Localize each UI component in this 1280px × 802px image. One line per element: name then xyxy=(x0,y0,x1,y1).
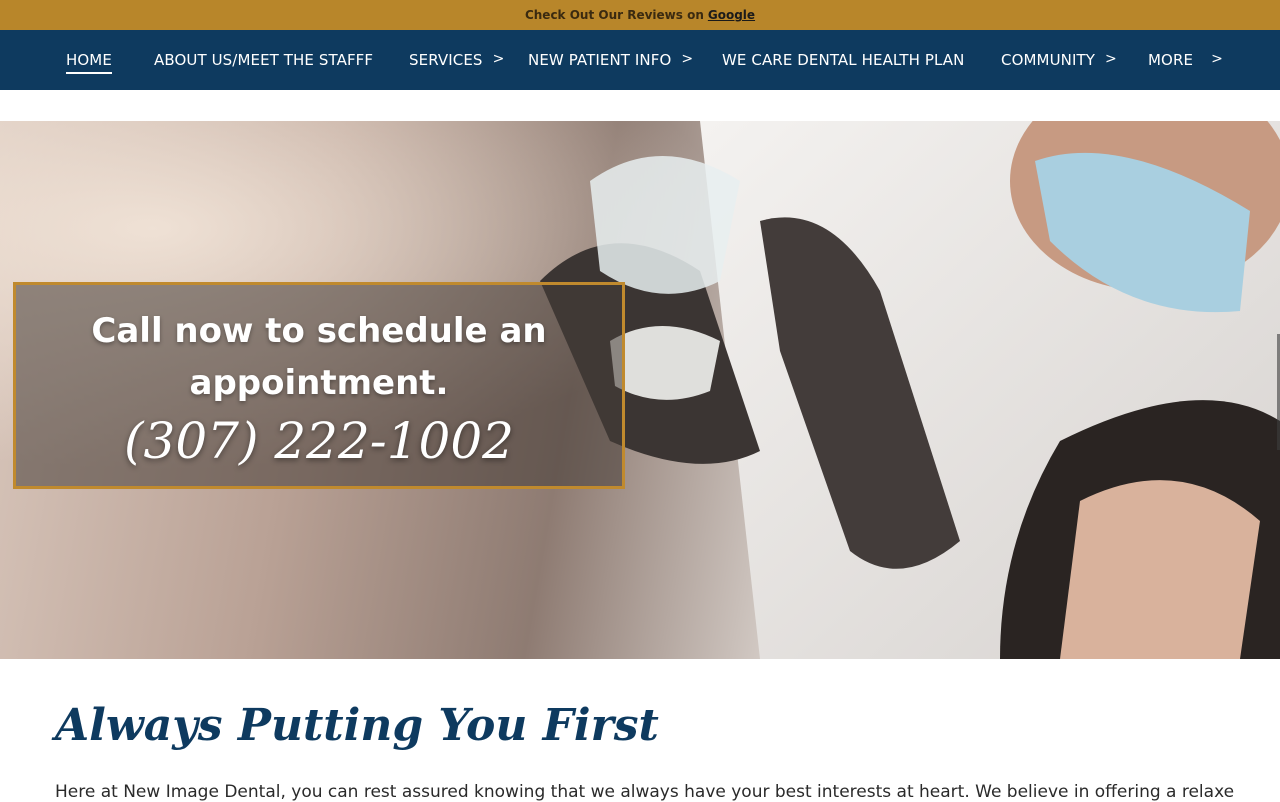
hero-banner: Call now to schedule an appointment. (30… xyxy=(0,121,1280,659)
nav-item-dental-health-plan[interactable]: WE CARE DENTAL HEALTH PLAN xyxy=(722,30,964,90)
nav-item-label: MORE xyxy=(1148,51,1194,69)
nav-item-community[interactable]: COMMUNITY > xyxy=(1001,30,1117,90)
nav-item-label: WE CARE DENTAL HEALTH PLAN xyxy=(722,51,965,69)
nav-item-label: ABOUT US/MEET THE STAFFF xyxy=(154,51,374,69)
nav-item-services[interactable]: SERVICES > xyxy=(409,30,504,90)
nav-item-label: NEW PATIENT INFO xyxy=(528,51,672,69)
nav-item-label: COMMUNITY xyxy=(1001,51,1096,69)
chevron-right-icon: > xyxy=(1105,51,1117,67)
chevron-right-icon: > xyxy=(681,51,694,67)
reviews-banner: Check Out Our Reviews on Google xyxy=(0,0,1280,30)
cta-heading: Call now to schedule an appointment. xyxy=(91,311,547,403)
main-navigation: HOME ABOUT US/MEET THE STAFFF SERVICES >… xyxy=(0,30,1280,90)
chevron-right-icon: > xyxy=(1211,51,1223,67)
nav-item-new-patient-info[interactable]: NEW PATIENT INFO > xyxy=(528,30,693,90)
nav-item-label: SERVICES xyxy=(409,51,483,69)
reviews-banner-text: Check Out Our Reviews on xyxy=(524,8,704,22)
section-title: Always Putting You First xyxy=(55,700,659,751)
call-to-action-box: Call now to schedule an appointment. (30… xyxy=(13,282,625,489)
chevron-right-icon: > xyxy=(492,51,505,67)
nav-item-about-us[interactable]: ABOUT US/MEET THE STAFFF xyxy=(154,30,373,90)
google-reviews-link[interactable]: Google xyxy=(708,8,755,22)
nav-item-label: HOME xyxy=(66,51,112,74)
intro-paragraph: Here at New Image Dental, you can rest a… xyxy=(55,782,1235,802)
nav-item-more[interactable]: MORE > xyxy=(1148,30,1223,90)
nav-item-home[interactable]: HOME xyxy=(66,30,112,90)
phone-number-link[interactable]: (307) 222-1002 xyxy=(16,411,622,471)
